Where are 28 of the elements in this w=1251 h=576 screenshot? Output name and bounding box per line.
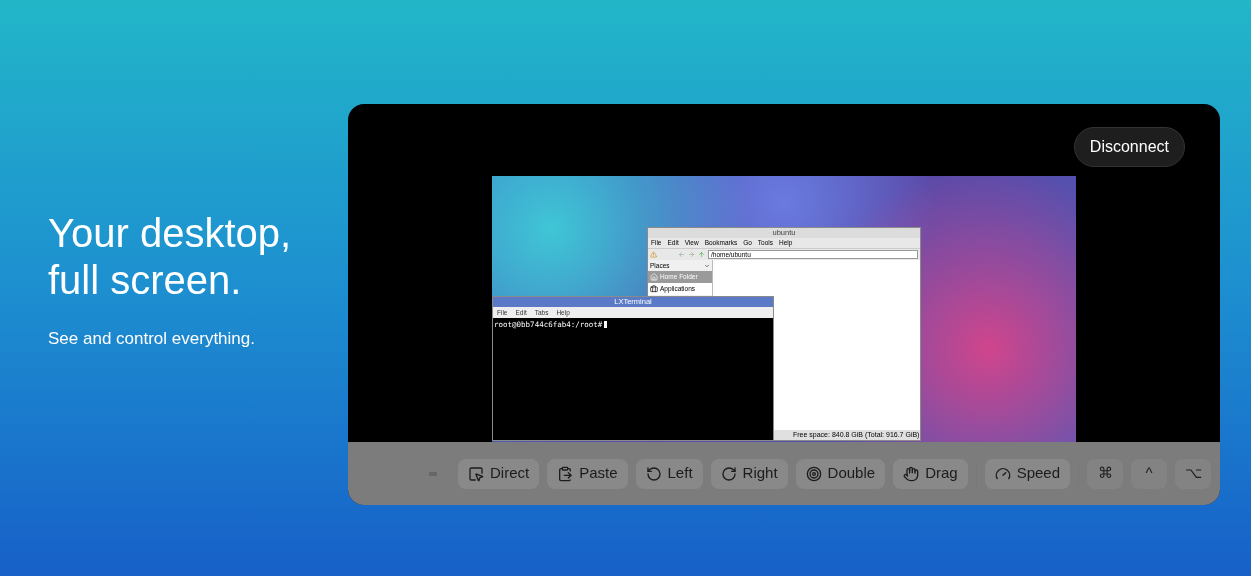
cursor-icon xyxy=(604,321,608,329)
rotate-right-icon xyxy=(720,465,737,482)
disconnect-button[interactable]: Disconnect xyxy=(1073,127,1185,167)
hero-title: Your desktop, full screen. xyxy=(48,210,293,304)
home-icon xyxy=(650,273,658,281)
toolbar-button[interactable]: Right xyxy=(710,458,788,489)
toolbar-button[interactable]: Direct xyxy=(458,458,540,489)
toolbar-button[interactable]: Paste xyxy=(547,458,628,489)
hero-subtitle: See and control everything. xyxy=(48,328,256,350)
rotate-left-icon xyxy=(645,465,662,482)
key-button[interactable]: ⌘ xyxy=(1087,458,1124,489)
forward-icon[interactable] xyxy=(688,251,695,258)
toolbar-button[interactable]: Double xyxy=(795,458,886,489)
toolbar-button[interactable]: Left xyxy=(635,458,703,489)
gauge-icon xyxy=(994,465,1011,482)
toolbar-button[interactable]: Speed xyxy=(984,458,1071,489)
clipboard-icon xyxy=(557,465,574,482)
back-icon[interactable] xyxy=(678,251,685,258)
dropdown-icon[interactable] xyxy=(704,262,710,269)
toolbar-button[interactable]: Drag xyxy=(893,458,968,489)
key-button[interactable]: ⌥ xyxy=(1175,458,1212,489)
hand-icon xyxy=(903,465,920,482)
pointer-square-icon xyxy=(468,465,484,482)
briefcase-icon xyxy=(650,285,658,293)
up-icon[interactable] xyxy=(698,251,705,258)
key-button[interactable]: ^ xyxy=(1131,458,1168,489)
target-icon xyxy=(805,465,822,482)
warning-icon xyxy=(650,251,657,258)
